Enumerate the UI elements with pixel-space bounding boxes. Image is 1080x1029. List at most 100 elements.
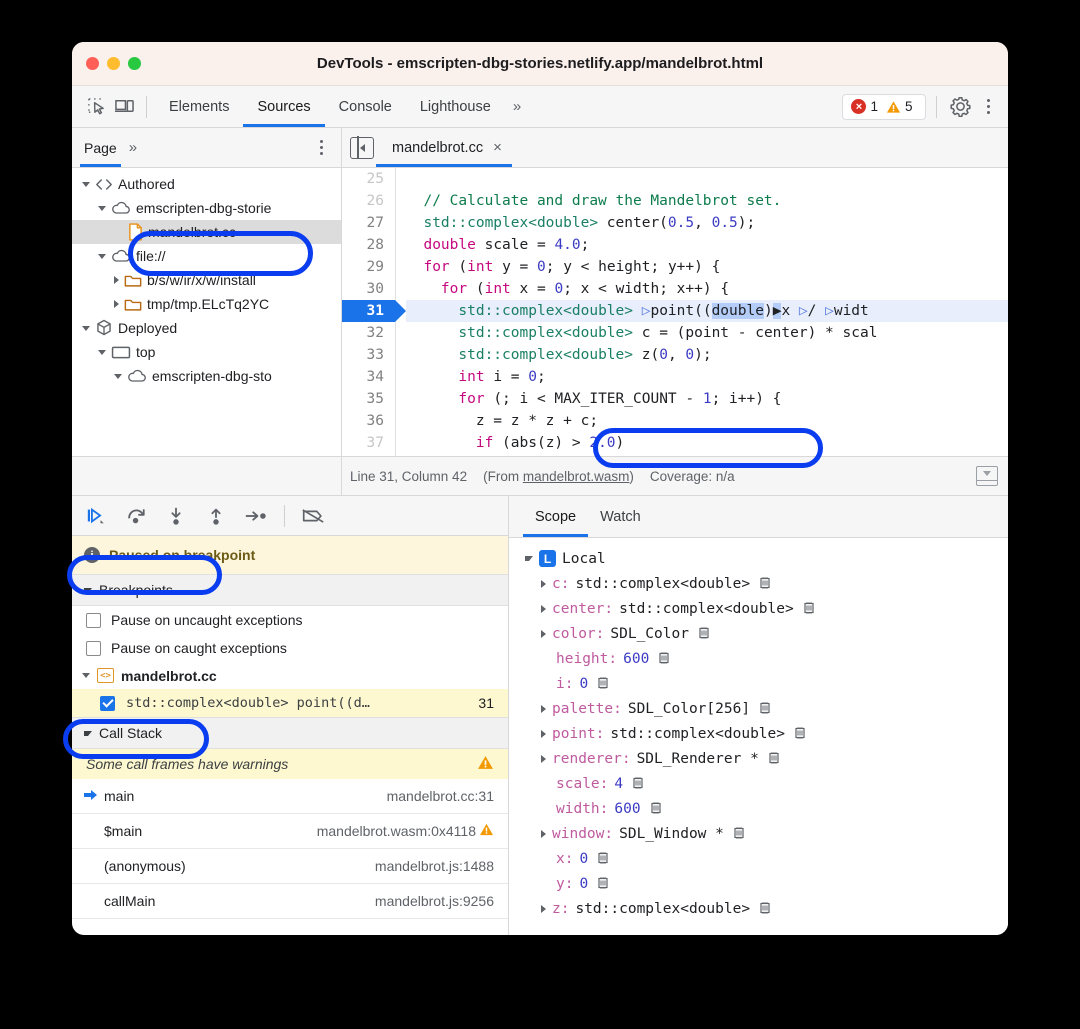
editor-code[interactable]: // Calculate and draw the Mandelbrot set… bbox=[396, 168, 1008, 456]
code-line-27[interactable]: std::complex<double> center(0.5, 0.5); bbox=[406, 212, 1008, 234]
scope-variable-c[interactable]: c: std::complex<double> bbox=[509, 571, 1008, 596]
tree-item-deployed[interactable]: Deployed bbox=[72, 316, 341, 340]
scope-variable-window[interactable]: window: SDL_Window * bbox=[509, 821, 1008, 846]
window-controls[interactable] bbox=[72, 57, 141, 70]
breakpoints-section-header[interactable]: Breakpoints bbox=[72, 574, 508, 606]
twisty-open-icon[interactable] bbox=[84, 587, 92, 593]
close-window-button[interactable] bbox=[86, 57, 99, 70]
memory-inspector-icon[interactable] bbox=[732, 826, 746, 842]
tree-item-top-frame[interactable]: top bbox=[72, 340, 341, 364]
tab-console[interactable]: Console bbox=[325, 86, 406, 127]
scope-variable-palette[interactable]: palette: SDL_Color[256] bbox=[509, 696, 1008, 721]
code-line-32[interactable]: std::complex<double> c = (point - center… bbox=[406, 322, 1008, 344]
tab-elements[interactable]: Elements bbox=[155, 86, 243, 127]
code-line-25[interactable] bbox=[406, 168, 1008, 190]
gutter-line-34[interactable]: 34 bbox=[342, 366, 395, 388]
memory-inspector-icon[interactable] bbox=[793, 726, 807, 742]
pause-on-caught-exceptions-row[interactable]: Pause on caught exceptions bbox=[72, 634, 508, 662]
memory-inspector-icon[interactable] bbox=[758, 576, 772, 592]
step-into-icon[interactable] bbox=[162, 502, 190, 530]
editor-gutter[interactable]: 25 26 27 28 29 30 31 32 33 34 35 36 37 bbox=[342, 168, 406, 456]
twisty-closed-icon[interactable] bbox=[114, 300, 119, 308]
gutter-line-32[interactable]: 32 bbox=[342, 322, 395, 344]
twisty-closed-icon[interactable] bbox=[541, 754, 546, 763]
tab-scope[interactable]: Scope bbox=[523, 496, 589, 537]
gutter-line-30[interactable]: 30 bbox=[342, 278, 395, 300]
code-line-30[interactable]: for (int x = 0; x < width; x++) { bbox=[406, 278, 1008, 300]
twisty-closed-icon[interactable] bbox=[541, 904, 546, 913]
navigator-more-icon[interactable]: » bbox=[121, 139, 145, 156]
close-icon[interactable]: × bbox=[493, 140, 502, 155]
gutter-line-31[interactable]: 31 bbox=[342, 300, 406, 322]
scope-variable-x[interactable]: x: 0 bbox=[509, 846, 1008, 871]
gutter-line-33[interactable]: 33 bbox=[342, 344, 395, 366]
twisty-open-icon[interactable] bbox=[82, 673, 90, 678]
resume-icon[interactable] bbox=[82, 502, 110, 530]
pause-caught-checkbox[interactable] bbox=[86, 640, 101, 656]
scope-local-root[interactable]: L Local bbox=[509, 546, 1008, 571]
editor-tab-mandelbrot-cc[interactable]: mandelbrot.cc × bbox=[376, 128, 512, 167]
minimize-window-button[interactable] bbox=[107, 57, 120, 70]
tab-lighthouse[interactable]: Lighthouse bbox=[406, 86, 505, 127]
memory-inspector-icon[interactable] bbox=[767, 751, 781, 767]
navigator-file-tree[interactable]: Authored emscripten-dbg-storie mandelbro… bbox=[72, 168, 342, 456]
tree-item-file-protocol[interactable]: file:// bbox=[72, 244, 341, 268]
twisty-closed-icon[interactable] bbox=[541, 579, 546, 588]
memory-inspector-icon[interactable] bbox=[802, 601, 816, 617]
memory-inspector-icon[interactable] bbox=[758, 701, 772, 717]
call-stack-frame-callmain[interactable]: callMain mandelbrot.js:9256 bbox=[72, 884, 508, 919]
step-out-icon[interactable] bbox=[202, 502, 230, 530]
maximize-window-button[interactable] bbox=[128, 57, 141, 70]
gutter-line-25[interactable]: 25 bbox=[342, 168, 395, 190]
pause-on-uncaught-exceptions-row[interactable]: Pause on uncaught exceptions bbox=[72, 606, 508, 634]
twisty-open-icon[interactable] bbox=[98, 253, 106, 259]
inspect-element-icon[interactable] bbox=[82, 93, 110, 121]
tab-watch[interactable]: Watch bbox=[588, 496, 653, 537]
gutter-line-27[interactable]: 27 bbox=[342, 212, 395, 234]
code-line-36[interactable]: z = z * z + c; bbox=[406, 410, 1008, 432]
tree-item-emscripten-dbg-stories[interactable]: emscripten-dbg-storie bbox=[72, 196, 341, 220]
scope-variable-renderer[interactable]: renderer: SDL_Renderer * bbox=[509, 746, 1008, 771]
scope-variable-scale[interactable]: scale: 4 bbox=[509, 771, 1008, 796]
step-icon[interactable] bbox=[242, 502, 270, 530]
caret-dropdown-icon[interactable] bbox=[976, 466, 998, 486]
navigator-tab-page[interactable]: Page bbox=[80, 128, 121, 167]
twisty-open-icon[interactable] bbox=[114, 373, 122, 379]
memory-inspector-icon[interactable] bbox=[596, 851, 610, 867]
twisty-open-icon[interactable] bbox=[525, 556, 533, 561]
memory-inspector-icon[interactable] bbox=[596, 676, 610, 692]
breakpoint-group-mandelbrot-cc[interactable]: <> mandelbrot.cc bbox=[72, 662, 508, 689]
tree-item-tmp-folder[interactable]: tmp/tmp.ELcTq2YC bbox=[72, 292, 341, 316]
code-line-37[interactable]: if (abs(z) > 2.0) bbox=[406, 432, 1008, 454]
tree-item-install-folder[interactable]: b/s/w/ir/x/w/install bbox=[72, 268, 341, 292]
call-stack-frame-main[interactable]: main mandelbrot.cc:31 bbox=[72, 779, 508, 814]
wasm-source-link[interactable]: mandelbrot.wasm bbox=[523, 469, 630, 484]
scope-variable-i[interactable]: i: 0 bbox=[509, 671, 1008, 696]
scope-variable-center[interactable]: center: std::complex<double> bbox=[509, 596, 1008, 621]
device-toolbar-icon[interactable] bbox=[110, 93, 138, 121]
gutter-line-35[interactable]: 35 bbox=[342, 388, 395, 410]
code-line-34[interactable]: int i = 0; bbox=[406, 366, 1008, 388]
twisty-open-icon[interactable] bbox=[82, 181, 90, 187]
scope-variable-y[interactable]: y: 0 bbox=[509, 871, 1008, 896]
panel-collapse-icon[interactable] bbox=[350, 135, 374, 160]
tree-item-mandelbrot-cc[interactable]: mandelbrot.cc bbox=[72, 220, 341, 244]
twisty-open-icon[interactable] bbox=[82, 325, 90, 331]
memory-inspector-icon[interactable] bbox=[697, 626, 711, 642]
issues-counter[interactable]: × 1 5 bbox=[842, 93, 926, 120]
tab-sources[interactable]: Sources bbox=[243, 86, 325, 127]
step-over-icon[interactable] bbox=[122, 502, 150, 530]
twisty-closed-icon[interactable] bbox=[541, 729, 546, 738]
twisty-open-icon[interactable] bbox=[84, 730, 92, 736]
gutter-line-29[interactable]: 29 bbox=[342, 256, 395, 278]
memory-inspector-icon[interactable] bbox=[657, 651, 671, 667]
call-stack-frame-anonymous[interactable]: (anonymous) mandelbrot.js:1488 bbox=[72, 849, 508, 884]
call-stack-frame-wasm-main[interactable]: $main mandelbrot.wasm:0x4118 bbox=[72, 814, 508, 849]
memory-inspector-icon[interactable] bbox=[649, 801, 663, 817]
breakpoint-row[interactable]: std::complex<double> point((d… 31 bbox=[72, 689, 508, 717]
pause-uncaught-checkbox[interactable] bbox=[86, 612, 101, 628]
code-line-29[interactable]: for (int y = 0; y < height; y++) { bbox=[406, 256, 1008, 278]
twisty-open-icon[interactable] bbox=[98, 349, 106, 355]
scope-variable-tree[interactable]: L Local c: std::complex<double> center: std… bbox=[509, 538, 1008, 935]
memory-inspector-icon[interactable] bbox=[596, 876, 610, 892]
